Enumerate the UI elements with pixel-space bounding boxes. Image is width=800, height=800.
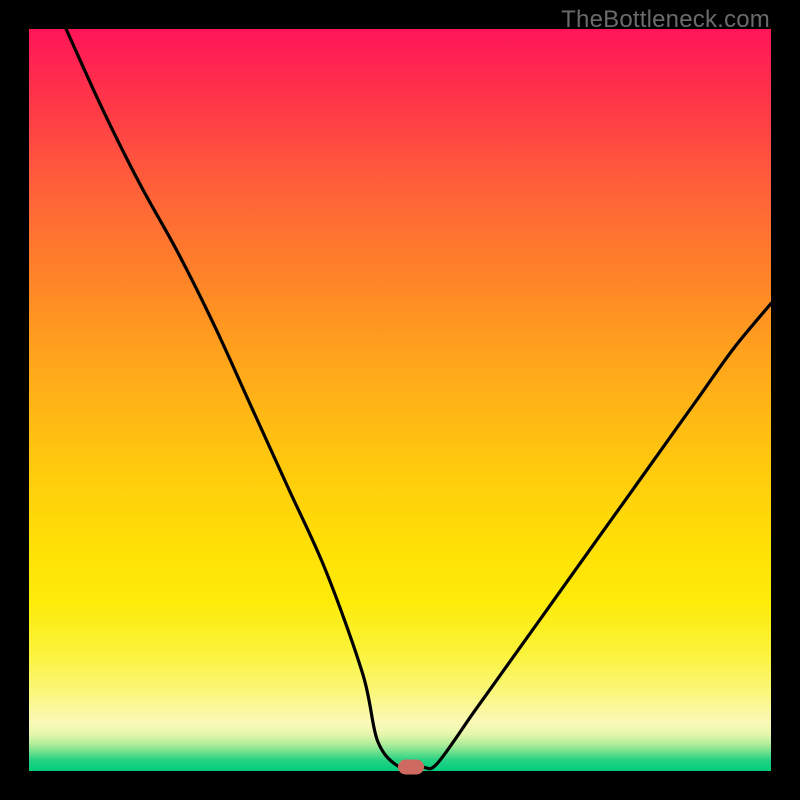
- bottleneck-curve: [29, 29, 771, 771]
- chart-frame: TheBottleneck.com: [0, 0, 800, 800]
- watermark-text: TheBottleneck.com: [561, 6, 770, 34]
- plot-area: [29, 29, 771, 771]
- minimum-marker: [398, 760, 424, 775]
